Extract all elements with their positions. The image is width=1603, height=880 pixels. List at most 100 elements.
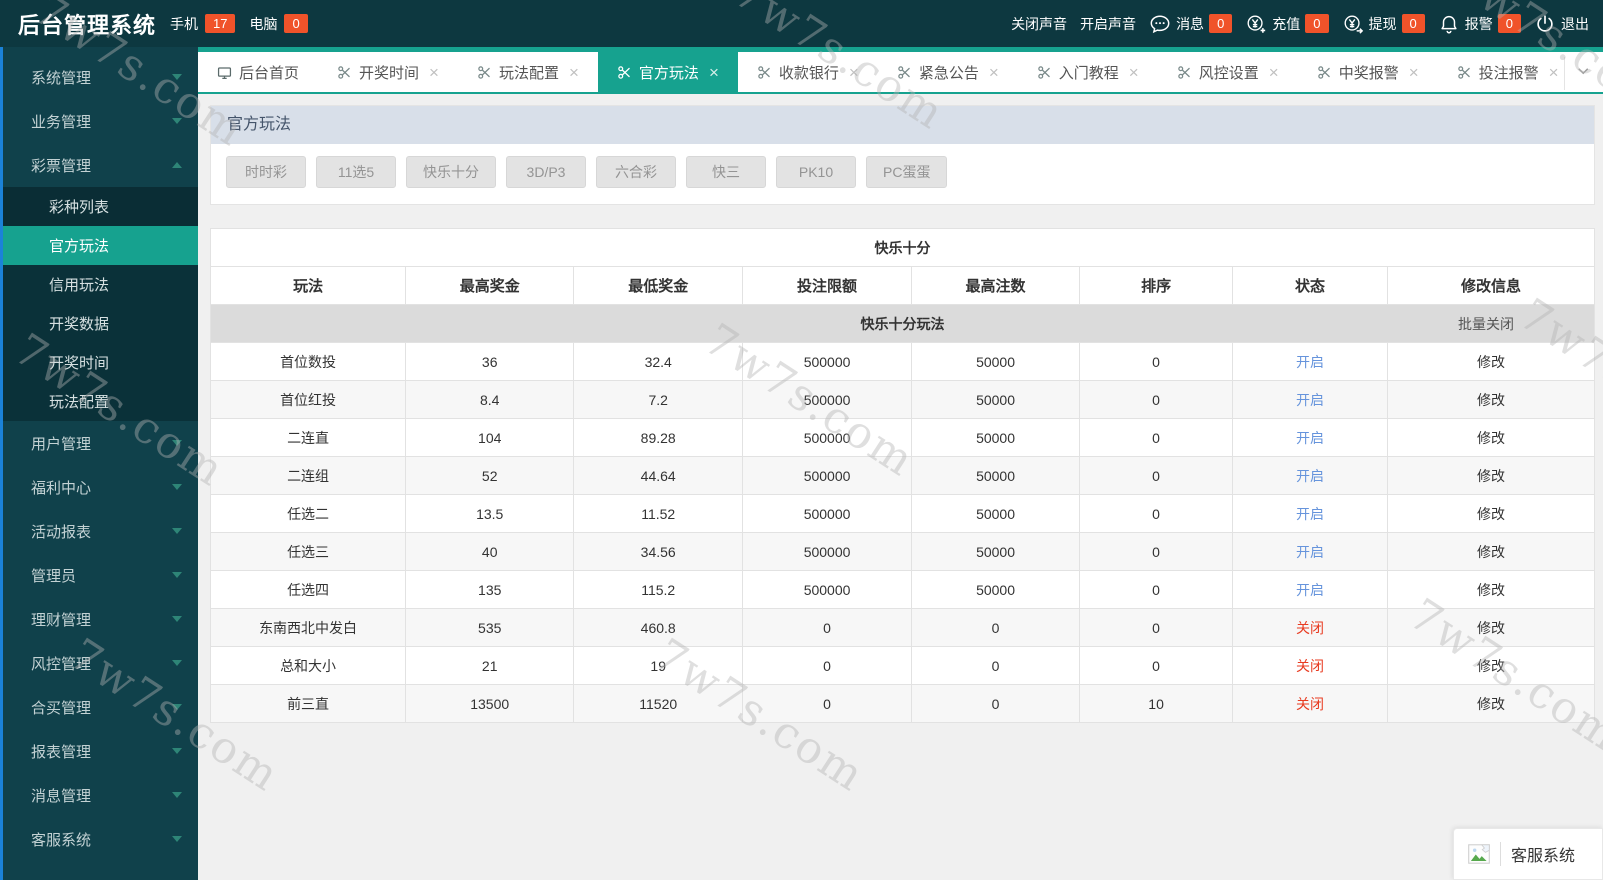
sort-order: 0 xyxy=(1079,494,1234,533)
scissors-icon xyxy=(337,65,352,80)
game-button-3dp3[interactable]: 3D/P3 xyxy=(506,156,586,188)
sidebar-item-risk[interactable]: 风控管理 xyxy=(3,641,198,685)
close-icon[interactable]: × xyxy=(1129,64,1139,81)
alarm-count-badge: 0 xyxy=(1497,14,1521,33)
sidebar-item-system[interactable]: 系统管理 xyxy=(3,55,198,99)
sort-order: 0 xyxy=(1079,532,1234,571)
tab-risk-setting[interactable]: 风控设置 × xyxy=(1158,52,1298,92)
close-icon[interactable]: × xyxy=(989,64,999,81)
min-prize: 11.52 xyxy=(573,494,744,533)
customer-service-widget[interactable]: 客服系统 xyxy=(1453,828,1603,880)
sidebar-item-official-play[interactable]: 官方玩法 xyxy=(3,226,198,265)
modify-cell: 修改 xyxy=(1387,684,1595,723)
status-toggle-link[interactable]: 开启 xyxy=(1296,582,1324,598)
modify-link[interactable]: 修改 xyxy=(1477,468,1505,484)
max-bets: 0 xyxy=(910,684,1081,723)
game-button-11x5[interactable]: 11选5 xyxy=(316,156,396,188)
game-button-ssc[interactable]: 时时彩 xyxy=(226,156,306,188)
sidebar-item-service[interactable]: 客服系统 xyxy=(3,817,198,861)
modify-link[interactable]: 修改 xyxy=(1477,620,1505,636)
close-sound-button[interactable]: 关闭声音 xyxy=(1011,14,1067,34)
withdraw-button[interactable]: 提现 0 xyxy=(1342,13,1425,35)
sidebar-item-user[interactable]: 用户管理 xyxy=(3,421,198,465)
sidebar-item-label: 开奖数据 xyxy=(49,316,110,333)
tab-draw-time[interactable]: 开奖时间 × xyxy=(318,52,458,92)
table-row: 二连组 52 44.64 500000 50000 0 开启 修改 xyxy=(209,456,1595,495)
tab-label: 玩法配置 xyxy=(498,64,559,82)
bet-limit: 500000 xyxy=(742,342,912,381)
modify-link[interactable]: 修改 xyxy=(1477,506,1505,522)
status-toggle-link[interactable]: 关闭 xyxy=(1296,620,1324,636)
recharge-button[interactable]: 充值 0 xyxy=(1245,13,1329,35)
tab-home[interactable]: 后台首页 xyxy=(198,52,318,92)
close-icon[interactable]: × xyxy=(569,64,579,81)
sidebar-item-activity-report[interactable]: 活动报表 xyxy=(3,509,198,553)
game-button-pk10[interactable]: PK10 xyxy=(776,156,856,188)
tab-bank[interactable]: 收款银行 × xyxy=(738,52,878,92)
sidebar-item-draw-time[interactable]: 开奖时间 xyxy=(3,343,198,382)
status-toggle-link[interactable]: 开启 xyxy=(1296,392,1324,408)
status-toggle-link[interactable]: 开启 xyxy=(1296,544,1324,560)
sidebar-item-label: 彩种列表 xyxy=(49,199,110,216)
status-toggle-link[interactable]: 关闭 xyxy=(1296,658,1324,674)
sidebar-item-draw-data[interactable]: 开奖数据 xyxy=(3,304,198,343)
modify-link[interactable]: 修改 xyxy=(1477,544,1505,560)
close-icon[interactable]: × xyxy=(849,64,859,81)
tab-bet-alarm[interactable]: 投注报警 × xyxy=(1438,52,1578,92)
modify-link[interactable]: 修改 xyxy=(1477,582,1505,598)
tab-official-play[interactable]: 官方玩法 × xyxy=(597,52,738,92)
tab-overflow-button[interactable] xyxy=(1564,57,1603,90)
table-row: 首位红投 8.4 7.2 500000 50000 0 开启 修改 xyxy=(209,380,1595,419)
sidebar-item-business[interactable]: 业务管理 xyxy=(3,99,198,143)
modify-link[interactable]: 修改 xyxy=(1477,392,1505,408)
open-sound-button[interactable]: 开启声音 xyxy=(1080,14,1136,34)
game-button-pcdd[interactable]: PC蛋蛋 xyxy=(866,156,948,188)
close-icon[interactable]: × xyxy=(1269,64,1279,81)
play-name: 二连直 xyxy=(209,418,407,457)
game-button-lhc[interactable]: 六合彩 xyxy=(596,156,676,188)
tab-label: 风控设置 xyxy=(1198,64,1259,82)
status-toggle-link[interactable]: 开启 xyxy=(1296,468,1324,484)
sidebar-item-finance[interactable]: 理财管理 xyxy=(3,597,198,641)
column-header: 玩法 xyxy=(209,266,407,305)
sidebar-item-label: 管理员 xyxy=(31,567,77,585)
close-icon[interactable]: × xyxy=(709,64,719,81)
recharge-count-badge: 0 xyxy=(1305,14,1329,33)
tab-tutorial[interactable]: 入门教程 × xyxy=(1018,52,1158,92)
sidebar-item-welfare[interactable]: 福利中心 xyxy=(3,465,198,509)
sidebar-item-label: 用户管理 xyxy=(31,435,92,453)
status-toggle-link[interactable]: 开启 xyxy=(1296,506,1324,522)
status-toggle-link[interactable]: 开启 xyxy=(1296,354,1324,370)
message-button[interactable]: 消息 0 xyxy=(1149,13,1233,35)
modify-link[interactable]: 修改 xyxy=(1477,658,1505,674)
batch-close-button[interactable]: 批量关闭 xyxy=(1458,314,1514,334)
play-name: 前三直 xyxy=(209,684,407,723)
sidebar-item-play-config[interactable]: 玩法配置 xyxy=(3,382,198,421)
modify-link[interactable]: 修改 xyxy=(1477,354,1505,370)
sidebar-item-lottery-list[interactable]: 彩种列表 xyxy=(3,187,198,226)
modify-link[interactable]: 修改 xyxy=(1477,430,1505,446)
sidebar-item-lottery[interactable]: 彩票管理 xyxy=(3,143,198,187)
tab-win-alarm[interactable]: 中奖报警 × xyxy=(1298,52,1438,92)
close-icon[interactable]: × xyxy=(429,64,439,81)
sidebar-item-group-buy[interactable]: 合买管理 xyxy=(3,685,198,729)
min-prize: 11520 xyxy=(573,684,744,723)
alarm-button[interactable]: 报警 0 xyxy=(1438,13,1521,35)
game-button-klsf[interactable]: 快乐十分 xyxy=(406,156,496,188)
close-icon[interactable]: × xyxy=(1409,64,1419,81)
status-toggle-link[interactable]: 关闭 xyxy=(1296,696,1324,712)
scissors-icon xyxy=(1317,65,1332,80)
sidebar-item-admin[interactable]: 管理员 xyxy=(3,553,198,597)
sidebar-item-label: 报表管理 xyxy=(31,743,92,761)
bet-limit: 500000 xyxy=(742,380,912,419)
tab-play-config[interactable]: 玩法配置 × xyxy=(458,52,598,92)
game-button-k3[interactable]: 快三 xyxy=(686,156,766,188)
sidebar-item-report[interactable]: 报表管理 xyxy=(3,729,198,773)
status-toggle-link[interactable]: 开启 xyxy=(1296,430,1324,446)
logout-button[interactable]: 退出 xyxy=(1534,13,1589,35)
sidebar-item-credit-play[interactable]: 信用玩法 xyxy=(3,265,198,304)
tab-notice[interactable]: 紧急公告 × xyxy=(878,52,1018,92)
modify-link[interactable]: 修改 xyxy=(1477,696,1505,712)
close-icon[interactable]: × xyxy=(1549,64,1559,81)
sidebar-item-message[interactable]: 消息管理 xyxy=(3,773,198,817)
